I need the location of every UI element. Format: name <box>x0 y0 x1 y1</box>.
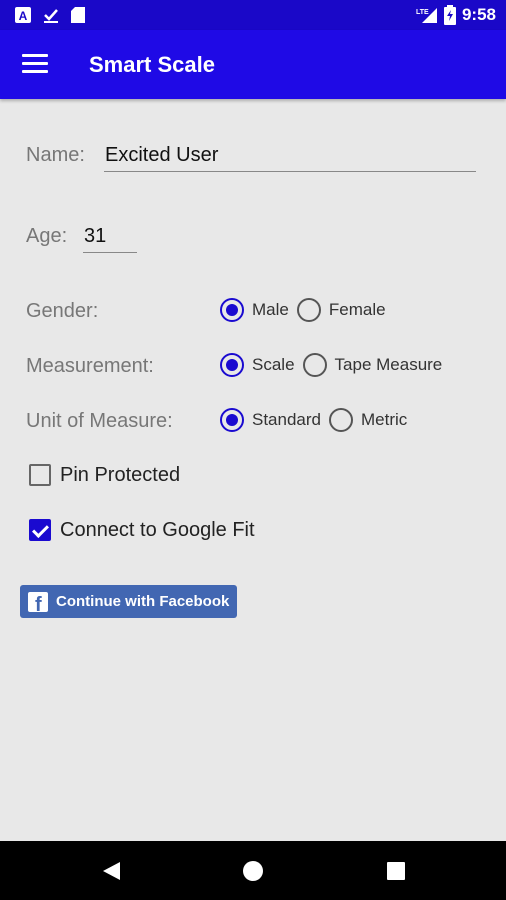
app-a-icon: A <box>15 7 31 23</box>
gender-radio-group: Male Female <box>220 298 394 322</box>
home-circle-icon[interactable] <box>242 860 264 882</box>
unit-label: Unit of Measure: <box>26 410 173 432</box>
gender-male-radio[interactable] <box>220 298 244 322</box>
pin-protected-checkbox[interactable] <box>29 464 51 486</box>
gender-female-label[interactable]: Female <box>329 300 386 320</box>
name-input[interactable]: Excited User <box>105 144 218 167</box>
unit-metric-radio[interactable] <box>329 408 353 432</box>
continue-with-facebook-button[interactable]: f Continue with Facebook <box>20 585 237 618</box>
measurement-scale-radio[interactable] <box>220 353 244 377</box>
google-fit-label[interactable]: Connect to Google Fit <box>60 519 255 542</box>
download-done-icon <box>44 9 58 23</box>
google-fit-checkbox[interactable] <box>29 519 51 541</box>
network-type: LTE <box>416 9 429 16</box>
hamburger-menu-icon[interactable] <box>22 54 48 74</box>
settings-form: Name: Excited User Age: 31 Gender: Male … <box>0 99 506 841</box>
signal-icon: LTE <box>416 8 437 23</box>
status-time: 9:58 <box>461 5 496 24</box>
measurement-tape-label[interactable]: Tape Measure <box>335 355 443 375</box>
gender-label: Gender: <box>26 300 99 322</box>
status-left-icons: A <box>14 6 86 24</box>
system-nav-bar <box>0 841 506 900</box>
toolbar-title: Smart Scale <box>89 52 215 77</box>
measurement-scale-label[interactable]: Scale <box>252 355 295 375</box>
unit-standard-radio[interactable] <box>220 408 244 432</box>
measurement-label: Measurement: <box>26 355 154 377</box>
measurement-tape-radio[interactable] <box>302 353 327 377</box>
facebook-icon: f <box>28 591 48 612</box>
sd-card-icon <box>71 7 85 23</box>
unit-standard-label[interactable]: Standard <box>252 410 321 430</box>
age-label: Age: <box>26 225 68 247</box>
measurement-radio-group: Scale Tape Measure <box>220 353 450 377</box>
unit-radio-group: Standard Metric <box>220 408 415 432</box>
gender-male-label[interactable]: Male <box>252 300 289 320</box>
pin-protected-label[interactable]: Pin Protected <box>60 464 180 487</box>
app-toolbar: Smart Scale <box>0 30 506 99</box>
age-input[interactable]: 31 <box>84 225 106 248</box>
recents-square-icon[interactable] <box>386 861 406 881</box>
status-bar: A LTE 9:58 <box>0 0 506 30</box>
age-input-underline <box>83 252 137 253</box>
status-right: LTE 9:58 <box>416 5 496 25</box>
battery-charging-icon <box>443 5 456 25</box>
gender-female-radio[interactable] <box>296 298 321 322</box>
svg-text:A: A <box>19 9 28 23</box>
unit-metric-label[interactable]: Metric <box>361 410 407 430</box>
back-triangle-icon[interactable] <box>100 860 122 882</box>
name-input-underline <box>104 171 476 172</box>
name-label: Name: <box>26 144 85 166</box>
facebook-button-label: Continue with Facebook <box>56 593 230 610</box>
